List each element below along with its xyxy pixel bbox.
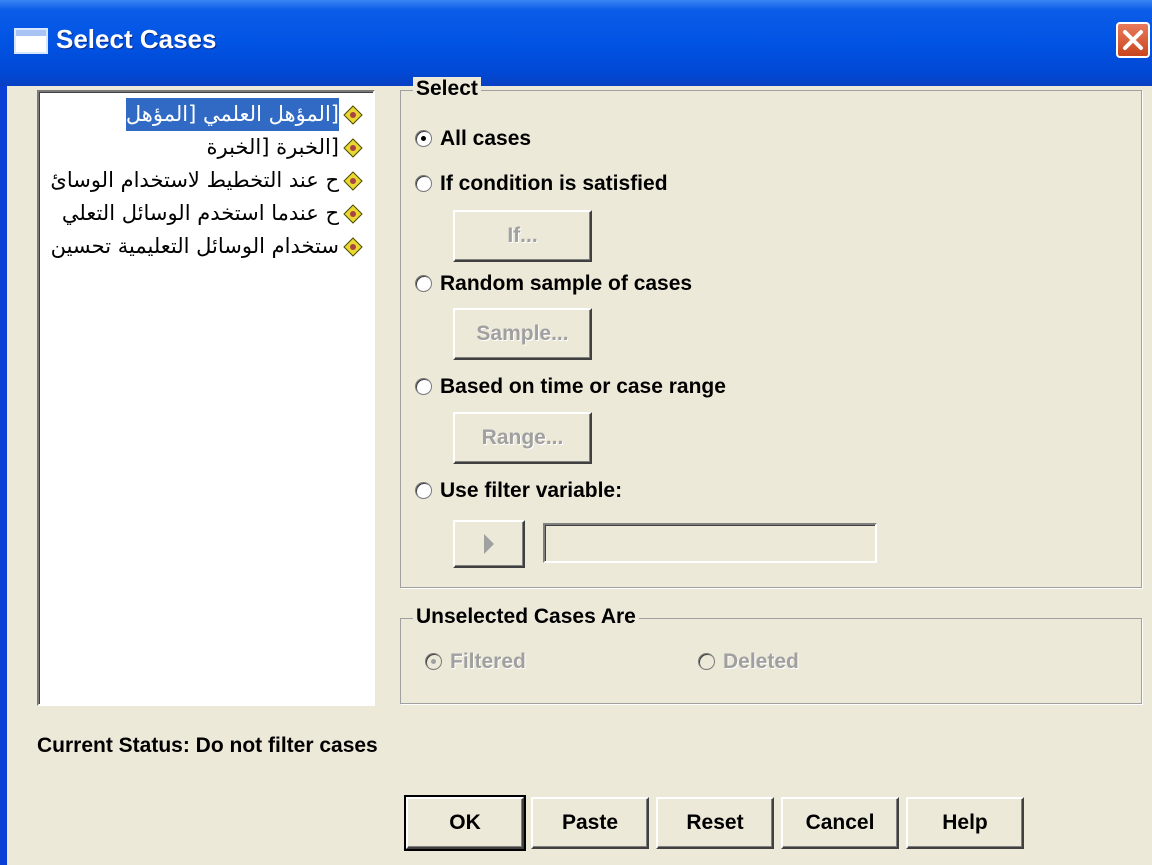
scale-variable-icon [343, 105, 363, 125]
help-button[interactable]: Help [906, 797, 1024, 849]
radio-circle[interactable] [415, 378, 432, 395]
scale-variable-icon [343, 204, 363, 224]
arrow-right-icon [484, 534, 494, 554]
radio-circle[interactable] [415, 482, 432, 499]
radio-circle[interactable] [415, 130, 432, 147]
radio-circle[interactable] [415, 275, 432, 292]
current-status: Current Status: Do not filter cases [37, 734, 378, 757]
ok-button[interactable]: OK [404, 795, 526, 851]
scale-variable-icon [343, 171, 363, 191]
radio-label: Filtered [450, 650, 526, 673]
dialog-body: [المؤهل العلمي [المؤهل [الخبرة [الخبرة ح… [7, 77, 1152, 865]
title-bar[interactable]: Select Cases [0, 0, 1152, 86]
range-button[interactable]: Range... [453, 412, 592, 464]
unselected-group-legend: Unselected Cases Are [413, 605, 639, 629]
variable-item[interactable]: ستخدام الوسائل التعليمية تحسين [39, 230, 373, 263]
sample-button[interactable]: Sample... [453, 308, 592, 360]
radio-label: Use filter variable: [440, 479, 623, 502]
window-icon [14, 28, 48, 54]
scale-variable-icon [343, 138, 363, 158]
close-icon [1123, 30, 1143, 50]
radio-circle[interactable] [415, 175, 432, 192]
radio-label: Based on time or case range [440, 375, 726, 398]
variable-item[interactable]: [الخبرة [الخبرة [39, 131, 373, 164]
radio-label: Deleted [723, 650, 799, 673]
radio-label: Random sample of cases [440, 272, 693, 295]
radio-label: If condition is satisfied [440, 172, 668, 195]
radio-circle[interactable] [698, 653, 715, 670]
radio-label: All cases [440, 127, 532, 150]
variable-list[interactable]: [المؤهل العلمي [المؤهل [الخبرة [الخبرة ح… [37, 90, 375, 706]
move-variable-button[interactable] [453, 520, 525, 568]
dialog-window: Select Cases [المؤهل العلمي [المؤهل [الخ… [0, 0, 1152, 865]
select-group-legend: Select [413, 77, 481, 101]
close-button[interactable] [1116, 22, 1150, 58]
if-button[interactable]: If... [453, 210, 592, 262]
scale-variable-icon [343, 237, 363, 257]
radio-circle[interactable] [425, 653, 442, 670]
variable-item[interactable]: ح عند التخطيط لاستخدام الوسائ [39, 164, 373, 197]
cancel-button[interactable]: Cancel [781, 797, 899, 849]
reset-button[interactable]: Reset [656, 797, 774, 849]
variable-item[interactable]: [المؤهل العلمي [المؤهل [39, 98, 373, 131]
variable-item[interactable]: ح عندما استخدم الوسائل التعلي [39, 197, 373, 230]
window-title: Select Cases [56, 24, 217, 54]
paste-button[interactable]: Paste [531, 797, 649, 849]
filter-variable-field[interactable] [543, 523, 877, 563]
